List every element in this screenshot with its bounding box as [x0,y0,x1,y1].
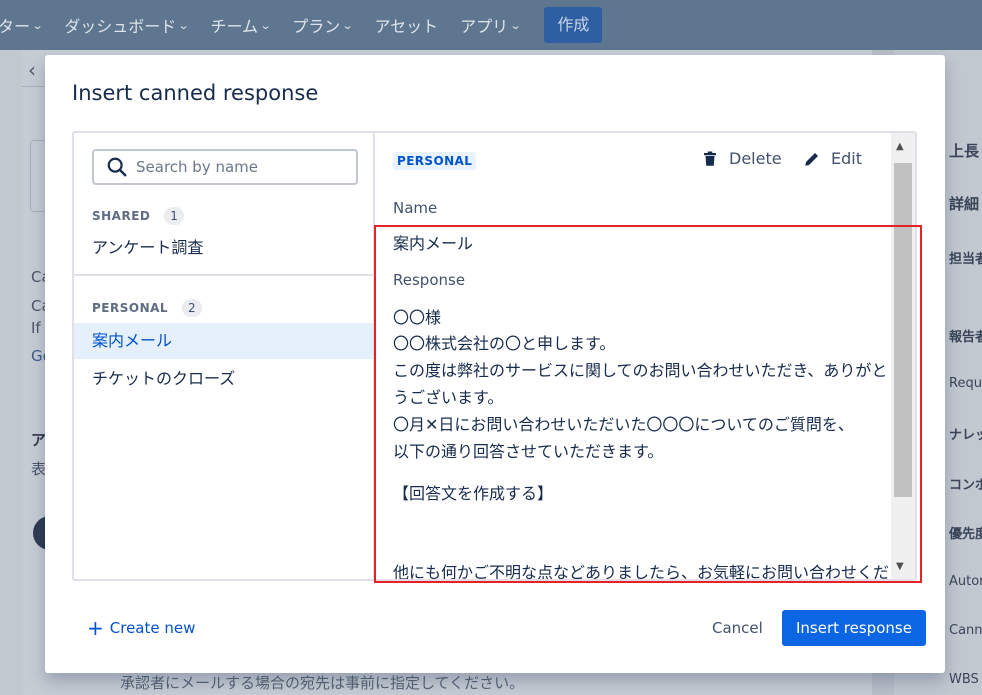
create-button[interactable]: 作成 [544,7,603,43]
nav-item-plans[interactable]: プラン ⌄ [292,13,354,37]
count-badge: 2 [182,299,203,317]
section-divider [74,274,373,276]
response-line: うございます。 [393,388,504,407]
nav-item-apps[interactable]: アプリ ⌄ [460,13,522,37]
background-text: 承認者にメールする場合の宛先は事前に指定してください。 [120,674,525,692]
response-line: 以下の通り回答させていただきます。 [393,442,664,461]
shared-section-heading: SHARED 1 [92,207,185,225]
personal-section-heading: PERSONAL 2 [92,299,203,317]
response-line: この度は弊社のサービスに関してのお問い合わせいただき、ありがと [393,361,888,380]
background-field-label: Autom [949,574,982,589]
list-item-shared-survey[interactable]: アンケート調査 [74,230,373,266]
response-line: 〇月✕日にお問い合わせいただいた〇〇〇についてのご質問を、 [393,415,854,434]
name-value: 案内メール [393,234,474,253]
list-item-guide-mail[interactable]: 案内メール [74,323,373,359]
name-label: Name [393,199,438,217]
background-field-label: ナレッ [949,428,982,443]
background-text: 表 [31,460,47,478]
delete-label: Delete [729,149,782,168]
create-new-button[interactable]: + Create new [87,618,195,638]
insert-response-button[interactable]: Insert response [782,610,926,646]
response-line: 他にも何かご不明な点などありましたら、お気軽にお問い合わせくだ [393,563,890,579]
nav-item-filters[interactable]: ター ⌄ [0,13,44,37]
canned-response-panel: SHARED 1 アンケート調査 PERSONAL 2 案内メール チケットのク… [72,131,917,581]
search-input[interactable] [136,158,336,176]
nav-item-label: ター [0,17,31,36]
cancel-button[interactable]: Cancel [700,610,775,646]
nav-item-label: プラン [292,17,341,36]
detail-scrollbar[interactable]: ▲ ▼ [891,133,915,579]
background-field-label: Canne [949,623,982,638]
nav-item-assets[interactable]: アセット [374,13,438,37]
search-box[interactable] [92,149,358,185]
nav-item-dashboards[interactable]: ダッシュボード ⌄ [64,13,190,37]
nav-item-label: チーム [210,17,258,36]
chevron-down-icon: ⌄ [177,18,190,32]
background-heading: ア [31,431,47,449]
scroll-up-arrow-icon[interactable]: ▲ [896,141,904,152]
chevron-down-icon: ⌄ [509,18,522,32]
top-navigation-bar: ター ⌄ ダッシュボード ⌄ チーム ⌄ プラン ⌄ アセット アプリ ⌄ 作成 [0,0,982,50]
background-card [30,140,46,212]
section-label: SHARED [92,209,151,223]
scrollbar-thumb[interactable] [894,163,912,497]
chevron-down-icon: ⌄ [31,18,44,32]
nav-item-label: アプリ [460,17,509,36]
response-line: 〇〇株式会社の〇と申します。 [393,334,616,353]
chevron-down-icon: ⌄ [259,18,272,32]
nav-item-label: アセット [374,17,439,36]
chevron-down-icon: ⌄ [341,18,354,32]
plus-icon: + [87,616,104,640]
scroll-down-arrow-icon[interactable]: ▼ [896,561,904,572]
back-arrow-icon[interactable]: ‹ [28,58,36,82]
personal-badge: PERSONAL [393,152,477,170]
background-text: If [31,319,41,337]
background-field-label: 担当者 [949,252,982,267]
nav-item-teams[interactable]: チーム ⌄ [210,13,272,37]
canned-response-dialog: Insert canned response SHARED 1 アンケート調査 … [45,55,945,673]
edit-label: Edit [831,149,862,168]
background-field-label: WBS ( [949,672,982,687]
edit-button[interactable]: Edit [803,149,862,168]
response-detail-pane: PERSONAL Delete Edit Name 案内メール Response… [375,133,915,579]
search-icon [107,157,127,177]
background-field-label: 報告者 [949,330,982,345]
dialog-title: Insert canned response [72,81,319,105]
background-field-label: Reque [949,376,982,391]
background-field-label: 優先度 [949,527,982,542]
response-line: 〇〇様 [393,308,442,327]
response-label: Response [393,271,466,289]
list-item-ticket-close[interactable]: チケットのクローズ [74,361,373,397]
background-field-label: コンポ [949,478,982,493]
section-label: PERSONAL [92,301,169,315]
response-list-pane: SHARED 1 アンケート調査 PERSONAL 2 案内メール チケットのク… [74,133,375,579]
response-line: 【回答文を作成する】 [393,484,554,503]
background-field-label: 詳細 [949,195,980,213]
count-badge: 1 [164,207,185,225]
pencil-icon [805,152,818,166]
background-field-label: 上長 [949,142,980,160]
delete-button[interactable]: Delete [701,149,782,168]
trash-icon [704,151,716,166]
create-new-label: Create new [109,619,196,637]
nav-item-label: ダッシュボード [64,17,177,36]
